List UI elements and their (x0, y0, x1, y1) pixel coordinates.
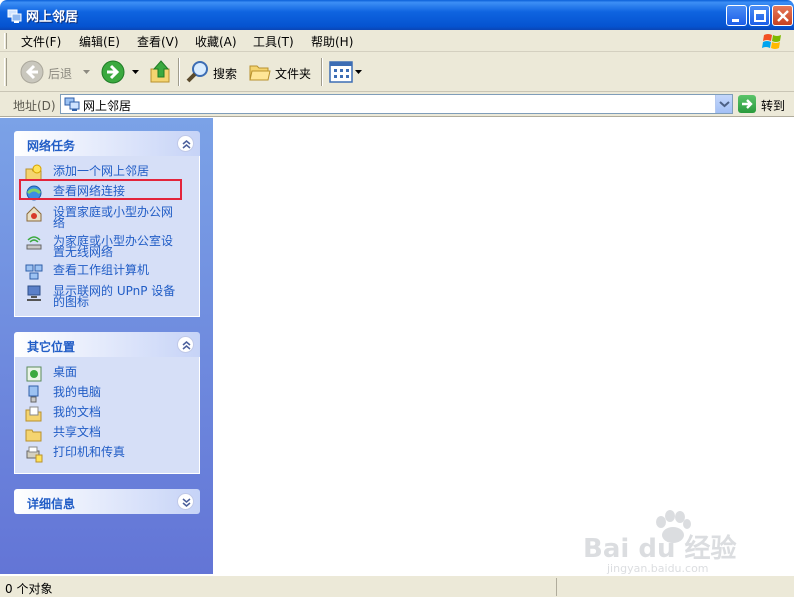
status-text: 0 个对象 (5, 582, 53, 596)
network-tasks-body: 添加一个网上邻居 查看网络连接 设置家庭或小型办公网 络 为家庭或小型办公室设 … (14, 156, 200, 317)
title-bar: 网上邻居 (0, 0, 794, 30)
minimize-button[interactable] (726, 5, 747, 26)
address-bar: 地址(D) 网上邻居 转到 (0, 92, 794, 117)
other-places-header[interactable]: 其它位置 (14, 332, 200, 357)
place-label: 共享文档 (53, 425, 102, 439)
menu-tools[interactable]: 工具(T) (253, 33, 294, 50)
close-icon (777, 10, 789, 22)
other-places-body: 桌面 我的电脑 我的文档 共享文档 打印机和传真 (14, 357, 200, 474)
task-label-line2: 的图标 (53, 295, 90, 309)
task-label-line2: 置无线网络 (53, 245, 114, 259)
menu-view[interactable]: 查看(V) (137, 33, 179, 50)
folders-icon[interactable] (248, 60, 272, 84)
menu-edit[interactable]: 编辑(E) (79, 33, 120, 50)
chevron-down-icon (719, 101, 730, 108)
watermark-brand: Bai du 经验 (583, 534, 737, 564)
back-button[interactable]: 后退 (48, 65, 72, 82)
place-label: 桌面 (53, 365, 78, 379)
close-button[interactable] (772, 5, 793, 26)
home-network-setup-icon (26, 206, 42, 222)
status-cell (556, 578, 792, 596)
task-pane: 网络任务 添加一个网上邻居 查看网络连接 设置家庭或小型办公网 络 为家庭或小型… (0, 118, 213, 574)
window-title: 网上邻居 (26, 10, 79, 25)
toolbar-grip[interactable] (4, 58, 7, 86)
maximize-icon (754, 10, 766, 22)
printers-icon (26, 446, 43, 463)
desktop-icon (26, 366, 42, 382)
search-icon[interactable] (186, 60, 210, 84)
workgroup-computers-icon (25, 264, 43, 280)
search-button[interactable]: 搜索 (213, 65, 237, 82)
baidu-watermark: Bai du 经验 jingyan.baidu.com (583, 510, 753, 580)
menu-help[interactable]: 帮助(H) (311, 33, 353, 50)
details-expand-button[interactable] (177, 493, 194, 510)
minimize-icon (732, 19, 739, 22)
windows-logo-icon (762, 34, 781, 49)
upnp-device-icon (27, 285, 41, 301)
chevron-double-down-icon (182, 498, 191, 507)
folders-button[interactable]: 文件夹 (275, 65, 311, 82)
other-places-panel: 其它位置 桌面 我的电脑 我的文档 共享文档 打印机和传真 (14, 332, 200, 474)
status-bar: 0 个对象 (0, 575, 794, 597)
menu-file[interactable]: 文件(F) (21, 33, 61, 50)
shared-documents-icon (25, 429, 42, 442)
menu-bar: 文件(F) 编辑(E) 查看(V) 收藏(A) 工具(T) 帮助(H) (0, 30, 794, 52)
other-places-title: 其它位置 (27, 340, 76, 354)
network-tasks-collapse-button[interactable] (177, 135, 194, 152)
views-icon[interactable] (329, 61, 353, 83)
network-tasks-header[interactable]: 网络任务 (14, 131, 200, 156)
up-folder-icon[interactable] (149, 59, 173, 85)
place-label: 我的文档 (53, 405, 102, 419)
standard-toolbar: 后退 搜索 文件夹 (0, 52, 794, 92)
my-documents-icon (25, 406, 42, 422)
views-dropdown-icon[interactable] (355, 70, 362, 75)
forward-dropdown-icon[interactable] (132, 70, 139, 75)
chevron-double-up-icon (182, 341, 191, 350)
address-input[interactable]: 网上邻居 (60, 94, 733, 114)
network-tasks-title: 网络任务 (27, 139, 76, 153)
place-label: 我的电脑 (53, 385, 102, 399)
file-list-area[interactable] (213, 118, 794, 574)
toolbar-separator-2 (321, 58, 323, 86)
highlight-box (19, 179, 182, 200)
task-label: 添加一个网上邻居 (53, 164, 150, 178)
go-arrow-icon (742, 99, 753, 109)
details-panel: 详细信息 (14, 489, 200, 514)
task-label: 设置家庭或小型办公网 (53, 205, 174, 219)
maximize-button[interactable] (749, 5, 770, 26)
wireless-network-icon (26, 236, 42, 250)
go-arrow-button[interactable] (738, 95, 756, 113)
address-value: 网上邻居 (83, 99, 132, 113)
network-places-icon (7, 9, 22, 23)
back-dropdown-icon[interactable] (83, 70, 90, 75)
network-tasks-panel: 网络任务 添加一个网上邻居 查看网络连接 设置家庭或小型办公网 络 为家庭或小型… (14, 131, 200, 317)
menu-grip[interactable] (4, 33, 7, 49)
watermark-url: jingyan.baidu.com (607, 562, 709, 575)
back-arrow-icon[interactable] (20, 60, 44, 84)
other-places-collapse-button[interactable] (177, 336, 194, 353)
details-header[interactable]: 详细信息 (14, 489, 200, 514)
forward-arrow-icon[interactable] (101, 60, 125, 84)
address-dropdown-button[interactable] (715, 95, 732, 113)
address-label: 地址(D) (13, 99, 56, 113)
chevron-double-up-icon (182, 140, 191, 149)
task-label: 查看工作组计算机 (53, 263, 150, 277)
my-computer-icon (28, 385, 39, 403)
menu-favorites[interactable]: 收藏(A) (195, 33, 237, 50)
task-label-line2: 络 (53, 216, 66, 230)
toolbar-separator (178, 58, 180, 86)
details-title: 详细信息 (27, 497, 76, 511)
network-places-icon (64, 97, 80, 111)
go-button[interactable]: 转到 (761, 97, 785, 114)
place-label: 打印机和传真 (53, 445, 126, 459)
